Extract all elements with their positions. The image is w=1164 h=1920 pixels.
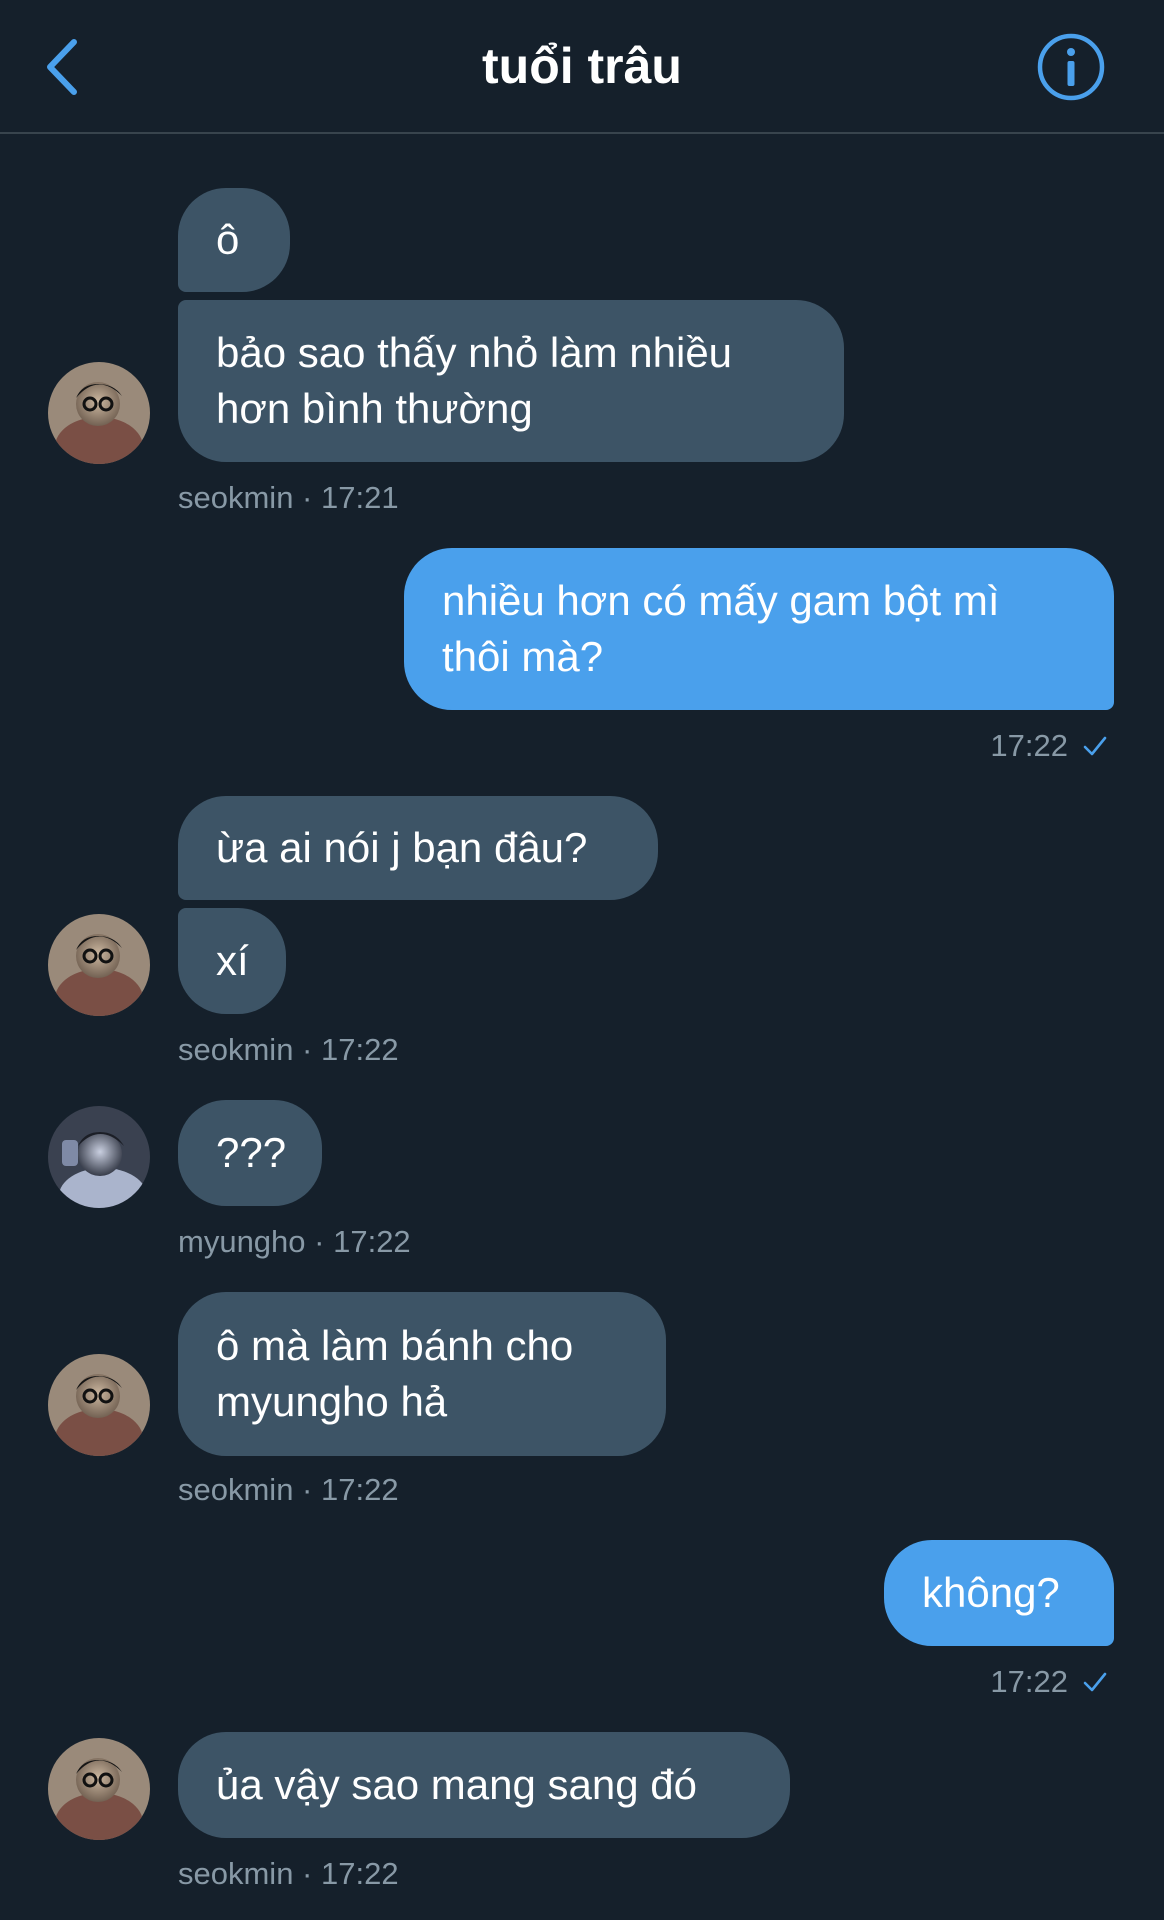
meta-separator: ·	[293, 1472, 321, 1507]
message-meta: 17:22	[990, 1662, 1108, 1702]
info-button[interactable]	[1036, 32, 1106, 102]
message-time: 17:22	[321, 1032, 399, 1067]
message-bubble[interactable]: ???	[178, 1100, 322, 1206]
check-icon	[1083, 736, 1107, 756]
message-bubble-outgoing[interactable]: nhiều hơn có mấy gam bột mì thôi mà?	[404, 548, 1114, 710]
message-meta: seokmin · 17:22	[178, 1030, 399, 1070]
avatar-myungho[interactable]	[48, 1106, 150, 1208]
avatar-seokmin[interactable]	[48, 362, 150, 464]
message-meta: seokmin · 17:21	[178, 478, 399, 518]
message-text: ô mà làm bánh cho myungho hả	[216, 1318, 573, 1430]
message-time: 17:22	[333, 1224, 411, 1259]
meta-separator: ·	[305, 1224, 334, 1259]
message-time: 17:22	[990, 1664, 1068, 1699]
message-meta: 17:22	[990, 726, 1108, 766]
info-icon	[1037, 33, 1105, 101]
avatar-seokmin[interactable]	[48, 1354, 150, 1456]
message-time: 17:22	[321, 1472, 399, 1507]
message-time: 17:22	[321, 1856, 399, 1891]
meta-separator: ·	[293, 1856, 321, 1891]
message-text: nhiều hơn có mấy gam bột mì thôi mà?	[442, 573, 999, 685]
meta-separator: ·	[293, 480, 321, 515]
message-text: ô	[216, 216, 240, 263]
message-text: ủa vậy sao mang sang đó	[216, 1761, 697, 1808]
message-time: 17:22	[990, 728, 1068, 763]
message-bubble[interactable]: ô mà làm bánh cho myungho hả	[178, 1292, 666, 1456]
message-line: hơn bình thường	[216, 385, 533, 432]
message-text: không?	[922, 1569, 1060, 1616]
sender-name: seokmin	[178, 1856, 294, 1891]
message-time: 17:21	[321, 480, 399, 515]
message-bubble[interactable]: ô	[178, 188, 290, 292]
meta-separator: ·	[293, 1032, 321, 1067]
message-bubble[interactable]: xí	[178, 908, 286, 1014]
sender-name: seokmin	[178, 480, 294, 515]
message-bubble[interactable]: bảo sao thấy nhỏ làm nhiều hơn bình thườ…	[178, 300, 844, 462]
sender-name: seokmin	[178, 1472, 294, 1507]
avatar-seokmin[interactable]	[48, 1738, 150, 1840]
chat-header: tuổi trâu	[0, 0, 1164, 134]
message-line: ô mà làm bánh cho	[216, 1322, 574, 1369]
message-text: ừa ai nói j bạn đâu?	[216, 824, 588, 871]
message-bubble[interactable]: ủa vậy sao mang sang đó	[178, 1732, 790, 1838]
message-bubble-outgoing[interactable]: không?	[884, 1540, 1114, 1646]
message-meta: seokmin · 17:22	[178, 1854, 399, 1894]
message-line: thôi mà?	[442, 633, 604, 680]
message-line: myungho hả	[216, 1378, 448, 1425]
sender-name: seokmin	[178, 1032, 294, 1067]
message-meta: seokmin · 17:22	[178, 1470, 399, 1510]
message-line: bảo sao thấy nhỏ làm nhiều	[216, 329, 733, 376]
message-text: bảo sao thấy nhỏ làm nhiều hơn bình thườ…	[216, 325, 732, 437]
conversation-title: tuổi trâu	[482, 38, 682, 94]
message-meta: myungho · 17:22	[178, 1222, 411, 1262]
avatar-seokmin[interactable]	[48, 914, 150, 1016]
check-icon	[1083, 1672, 1107, 1692]
message-line: nhiều hơn có mấy gam bột mì	[442, 577, 1000, 624]
message-text: xí	[216, 937, 249, 984]
message-text: ???	[216, 1129, 287, 1176]
message-bubble[interactable]: ừa ai nói j bạn đâu?	[178, 796, 658, 900]
sender-name: myungho	[178, 1224, 306, 1259]
